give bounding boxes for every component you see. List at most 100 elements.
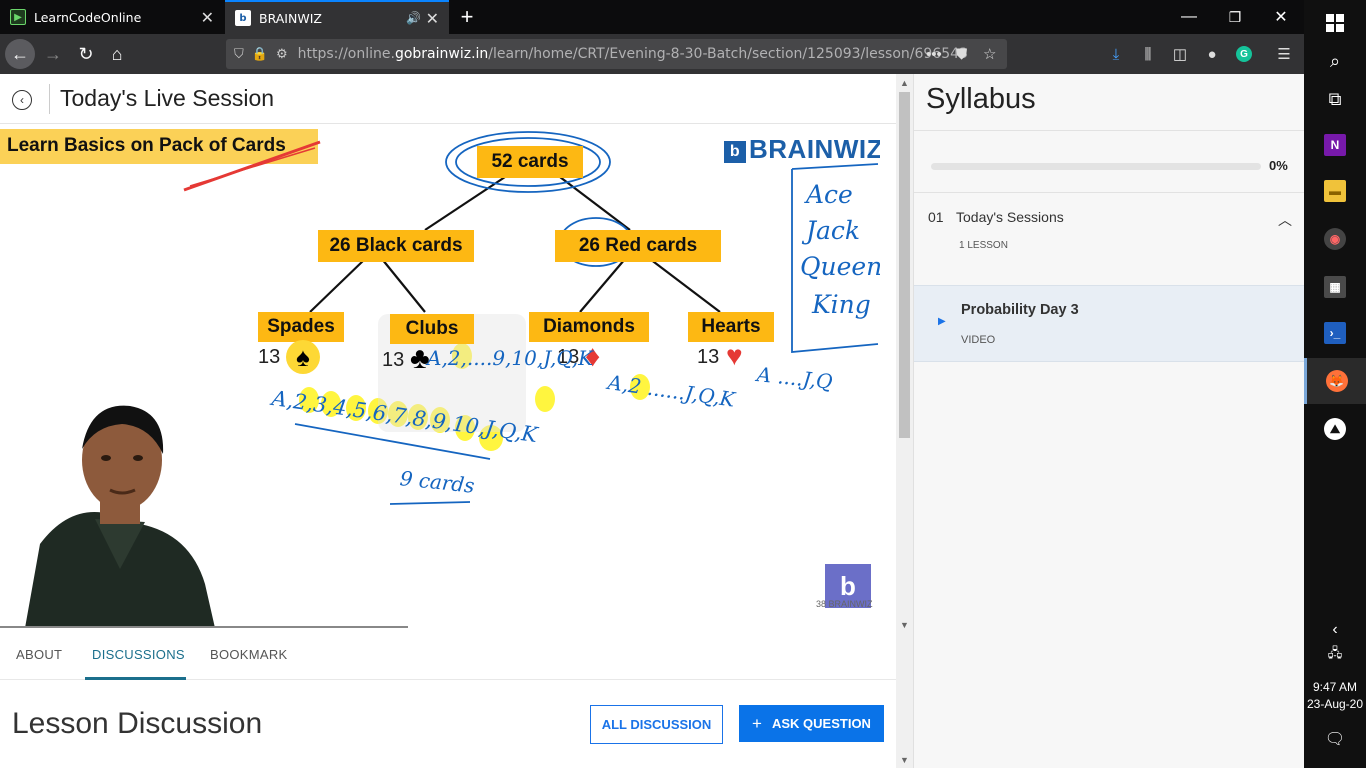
plus-icon: + <box>752 713 762 733</box>
watermark-label: 38 BRAINWIZ <box>816 599 873 609</box>
notifications-icon[interactable]: 🗨 <box>1304 716 1366 762</box>
firefox-icon[interactable]: 🦊 <box>1304 358 1366 404</box>
sidebar-icon[interactable]: ◫ <box>1166 39 1194 69</box>
syllabus-panel: Syllabus 0% 01 Today's Sessions 1 LESSON… <box>913 74 1305 768</box>
address-bar[interactable]: ⛉ 🔒 ⚙ https://online.gobrainwiz.in/learn… <box>226 39 1007 69</box>
menu-icon[interactable]: ☰ <box>1270 39 1298 69</box>
back-circle-icon[interactable]: ‹ <box>12 90 32 110</box>
divider <box>914 130 1305 131</box>
scroll-bottom-icon[interactable]: ▼ <box>896 751 913 768</box>
node-diamonds: Diamonds <box>529 312 649 342</box>
video-player[interactable]: Learn Basics on Pack of Cards bBRAINWIZ <box>0 124 880 628</box>
play-icon: ▶ <box>938 316 946 327</box>
node-hearts: Hearts <box>688 312 774 342</box>
bookmark-star-icon[interactable]: ☆ <box>983 39 996 69</box>
lesson-name: Probability Day 3 <box>961 302 1079 318</box>
clock-time: 9:47 AM <box>1312 680 1358 694</box>
tab-label: LearnCodeOnline <box>34 9 142 25</box>
media-player-icon[interactable]: ◉ <box>1304 216 1366 262</box>
reload-button[interactable]: ↻ <box>71 39 101 69</box>
page-scrollbar[interactable]: ▲ ▼ ▼ <box>896 74 913 768</box>
lesson-header: ‹ Today's Live Session <box>0 74 896 124</box>
tab-discussions[interactable]: DISCUSSIONS <box>92 647 185 662</box>
back-button[interactable]: ← <box>5 39 35 69</box>
content-tabs: ABOUT DISCUSSIONS BOOKMARK <box>0 628 896 680</box>
speaker-icon[interactable]: 🔊 <box>406 11 421 25</box>
forward-button[interactable]: → <box>38 39 68 69</box>
node-clubs: Clubs <box>390 314 474 344</box>
node-red-cards: 26 Red cards <box>555 230 721 262</box>
lesson-discussion-title: Lesson Discussion <box>12 707 263 740</box>
lesson-item[interactable]: ▶ Probability Day 3 VIDEO <box>914 285 1305 362</box>
brainwiz-favicon-icon: b <box>235 10 251 26</box>
scrollbar-thumb[interactable] <box>899 92 910 438</box>
onenote-icon[interactable]: N <box>1304 122 1366 168</box>
page-content: ‹ Today's Live Session Learn Basics on P… <box>0 74 1305 768</box>
tab-strip: ▶ LearnCodeOnline ✕ b BRAINWIZ 🔊 ✕ + — ❐… <box>0 0 1304 34</box>
window-close-button[interactable]: ✕ <box>1258 0 1304 34</box>
new-tab-button[interactable]: + <box>456 4 478 30</box>
shield-icon[interactable]: ⛉ <box>234 46 244 62</box>
chevron-up-icon[interactable]: ︿ <box>1278 210 1292 230</box>
lesson-type: VIDEO <box>961 334 996 346</box>
active-tab-indicator <box>85 677 186 680</box>
file-explorer-icon[interactable]: ▬ <box>1304 168 1366 214</box>
lesson-panel: ‹ Today's Live Session Learn Basics on P… <box>0 74 913 768</box>
presenter-video <box>0 405 408 628</box>
tab-label: BRAINWIZ <box>259 10 322 26</box>
progress-percent: 0% <box>1269 158 1288 173</box>
page-title: Today's Live Session <box>60 85 275 111</box>
page-actions-icon[interactable]: ••• <box>926 39 942 69</box>
tab-about[interactable]: ABOUT <box>16 647 62 662</box>
section-name: Today's Sessions <box>956 209 1064 225</box>
network-icon[interactable]: 🖧 <box>1304 632 1366 678</box>
node-black-cards: 26 Black cards <box>318 230 474 262</box>
ask-question-label: ASK QUESTION <box>771 716 871 731</box>
url-text[interactable]: https://online.gobrainwiz.in/learn/home/… <box>298 46 968 62</box>
powershell-icon[interactable]: ›_ <box>1304 310 1366 356</box>
grammarly-icon[interactable]: G <box>1230 39 1258 69</box>
restore-button[interactable]: ❐ <box>1212 0 1258 34</box>
clubs-sequence: A,2,....9,10,J,Q,K <box>427 346 594 370</box>
node-spades: Spades <box>258 312 344 342</box>
pocket-icon[interactable]: ⛊ <box>956 39 967 69</box>
section-lesson-count: 1 LESSON <box>959 240 1008 251</box>
browser-window: ▶ LearnCodeOnline ✕ b BRAINWIZ 🔊 ✕ + — ❐… <box>0 0 1305 768</box>
windows-taskbar: ⌕ ⧉ N ▬ ◉ ▦ ›_ 🦊 ⛰ ‹ 🖧 9:47 AM 23-Aug-20… <box>1304 0 1366 768</box>
tab-bookmark[interactable]: BOOKMARK <box>210 647 288 662</box>
home-button[interactable]: ⌂ <box>102 39 132 69</box>
face-queen: Queen <box>800 252 880 281</box>
close-tab-icon[interactable]: ✕ <box>426 9 439 28</box>
clock-date: 23-Aug-20 <box>1306 697 1364 711</box>
tab-learncodeonline[interactable]: ▶ LearnCodeOnline ✕ <box>0 0 224 34</box>
permissions-icon[interactable]: ⚙ <box>276 46 288 62</box>
node-52-cards: 52 cards <box>477 146 583 178</box>
photos-icon[interactable]: ⛰ <box>1304 406 1366 452</box>
system-clock[interactable]: 9:47 AM 23-Aug-20 <box>1304 679 1366 713</box>
syllabus-title: Syllabus <box>926 83 1036 115</box>
all-discussion-button[interactable]: ALL DISCUSSION <box>590 705 723 744</box>
heart-icon: ♥ <box>726 340 743 371</box>
section-number: 01 <box>928 209 944 225</box>
header-divider <box>49 84 50 114</box>
calculator-icon[interactable]: ▦ <box>1304 264 1366 310</box>
spades-count: 13 <box>258 346 281 368</box>
progress-bar <box>931 163 1261 170</box>
ask-question-button[interactable]: + ASK QUESTION <box>739 705 884 742</box>
scroll-down-icon[interactable]: ▼ <box>896 616 913 633</box>
task-view-icon[interactable]: ⧉ <box>1304 76 1366 122</box>
close-tab-icon[interactable]: ✕ <box>201 8 214 27</box>
library-icon[interactable]: ⫼ <box>1134 39 1162 69</box>
lock-icon[interactable]: 🔒 <box>252 46 268 62</box>
navigation-toolbar: ← → ↻ ⌂ ⛉ 🔒 ⚙ https://online.gobrainwiz.… <box>0 34 1304 74</box>
download-icon[interactable]: ⤓ <box>1102 39 1130 69</box>
learncodeonline-favicon-icon: ▶ <box>10 9 26 25</box>
face-ace: Ace <box>806 180 853 209</box>
account-icon[interactable]: ● <box>1198 39 1226 69</box>
scroll-up-icon[interactable]: ▲ <box>896 74 913 91</box>
hearts-count: 13 <box>697 346 720 368</box>
minimize-button[interactable]: — <box>1166 0 1212 34</box>
tab-brainwiz[interactable]: b BRAINWIZ 🔊 ✕ <box>225 0 449 34</box>
clubs-count: 13 <box>382 349 405 371</box>
spade-icon: ♠ <box>286 340 320 374</box>
